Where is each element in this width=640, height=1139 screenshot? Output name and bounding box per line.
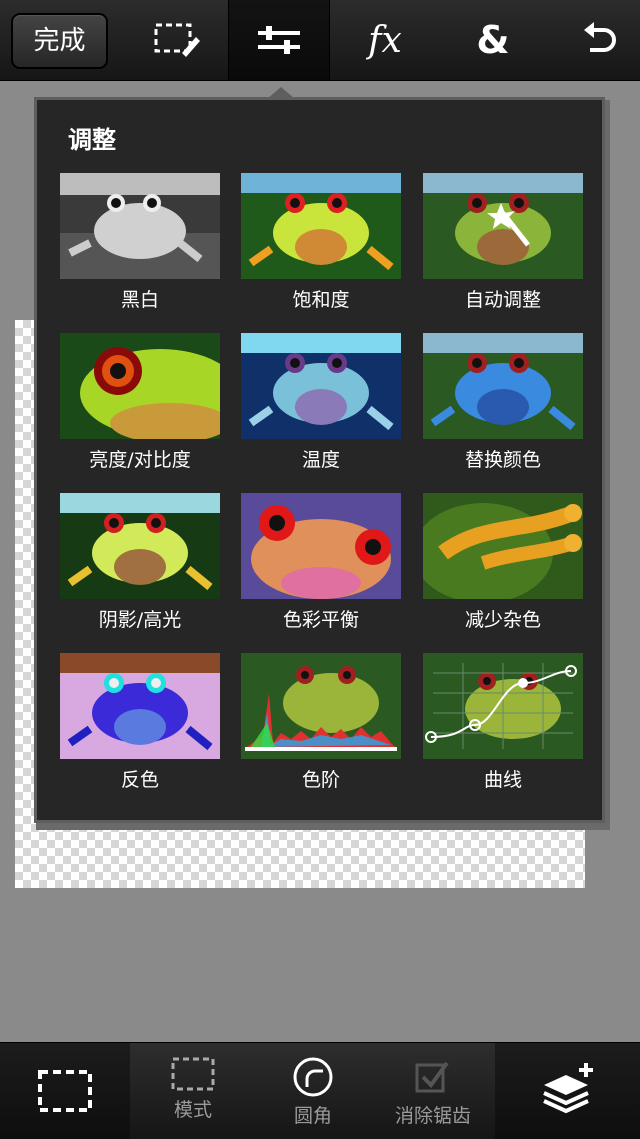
panel-title: 调整 xyxy=(68,126,116,154)
antialias-label: 消除锯齿 xyxy=(394,1105,471,1127)
tile-label: 替换颜色 xyxy=(464,449,541,471)
selection-tool-button[interactable] xyxy=(0,1043,130,1139)
rounded-corner-icon xyxy=(293,1057,333,1097)
selection-edit-icon xyxy=(154,23,200,57)
color-balance-thumbnail xyxy=(241,493,401,599)
layers-button[interactable] xyxy=(495,1043,640,1139)
tile-label: 反色 xyxy=(120,769,159,791)
fx-icon: fx xyxy=(368,19,402,61)
saturation-thumbnail xyxy=(241,173,401,279)
adjust-levels[interactable]: 色阶 xyxy=(241,653,401,793)
bottom-toolbar: 模式 圆角 消除锯齿 xyxy=(0,1042,640,1139)
antialias-button[interactable]: 消除锯齿 xyxy=(373,1043,493,1139)
adjust-noise-reduction[interactable]: 减少杂色 xyxy=(423,493,583,633)
brightness-contrast-thumbnail xyxy=(60,333,220,439)
noise-reduction-thumbnail xyxy=(423,493,583,599)
tile-label: 黑白 xyxy=(120,289,159,311)
adjust-brightness-contrast[interactable]: 亮度/对比度 xyxy=(60,333,220,473)
adjustments-panel: 调整 黑白 饱和度 自动调整 亮度/对比度 温度 替换颜色 阴影/高光 色彩平衡… xyxy=(34,97,605,823)
replace-color-thumbnail xyxy=(423,333,583,439)
levels-thumbnail xyxy=(241,653,401,759)
undo-tool[interactable] xyxy=(550,0,640,80)
adjust-invert[interactable]: 反色 xyxy=(60,653,220,793)
round-label: 圆角 xyxy=(293,1105,332,1127)
tile-label: 曲线 xyxy=(483,769,522,791)
add-layer-icon xyxy=(542,1063,593,1114)
adjust-shadows-highlights[interactable]: 阴影/高光 xyxy=(60,493,220,633)
fx-tool[interactable]: fx xyxy=(335,0,435,80)
mode-button[interactable]: 模式 xyxy=(133,1043,253,1139)
ampersand-tool[interactable]: & xyxy=(443,0,543,80)
tile-label: 减少杂色 xyxy=(464,609,541,631)
mode-label: 模式 xyxy=(173,1099,212,1121)
rectangle-selection-icon xyxy=(38,1070,92,1112)
tile-label: 亮度/对比度 xyxy=(89,449,191,471)
adjust-saturation[interactable]: 饱和度 xyxy=(241,173,401,313)
adjustments-tool[interactable] xyxy=(228,0,330,80)
tile-label: 饱和度 xyxy=(292,289,350,311)
top-toolbar: 完成 fx & xyxy=(0,0,640,81)
auto-adjust-thumbnail xyxy=(423,173,583,279)
adjustments-icon xyxy=(258,26,300,54)
selection-mode-icon xyxy=(171,1057,215,1091)
rounded-corners-button[interactable]: 圆角 xyxy=(253,1043,373,1139)
curves-thumbnail xyxy=(423,653,583,759)
tile-label: 温度 xyxy=(301,449,340,471)
antialias-checkbox-icon xyxy=(415,1061,449,1093)
adjust-curves[interactable]: 曲线 xyxy=(423,653,583,793)
temperature-thumbnail xyxy=(241,333,401,439)
tile-label: 阴影/高光 xyxy=(98,609,182,631)
adjust-black-white[interactable]: 黑白 xyxy=(60,173,220,313)
adjust-temperature[interactable]: 温度 xyxy=(241,333,401,473)
tile-label: 自动调整 xyxy=(464,289,541,311)
black-white-thumbnail xyxy=(60,173,220,279)
tile-label: 色阶 xyxy=(301,769,340,791)
shadows-highlights-thumbnail xyxy=(60,493,220,599)
ampersand-icon: & xyxy=(476,18,510,62)
tile-label: 色彩平衡 xyxy=(282,609,359,631)
undo-icon xyxy=(584,22,616,52)
adjust-replace-color[interactable]: 替换颜色 xyxy=(423,333,583,473)
adjust-auto[interactable]: 自动调整 xyxy=(423,173,583,313)
adjust-color-balance[interactable]: 色彩平衡 xyxy=(241,493,401,633)
invert-thumbnail xyxy=(60,653,220,759)
selection-edit-tool[interactable] xyxy=(128,0,228,80)
done-button[interactable]: 完成 xyxy=(11,13,108,69)
